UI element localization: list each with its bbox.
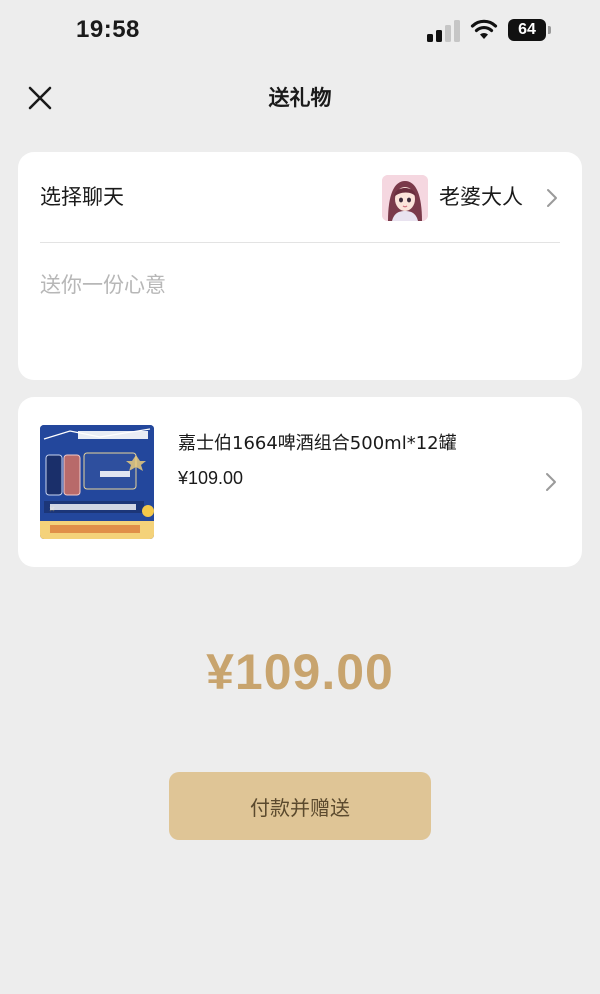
pay-and-gift-button[interactable]: 付款并赠送: [169, 772, 431, 840]
chevron-right-icon: [546, 473, 556, 491]
product-card[interactable]: 嘉士伯1664啤酒组合500ml*12罐 ¥109.00: [18, 397, 582, 567]
page-title: 送礼物: [268, 86, 332, 110]
wifi-icon: [470, 19, 498, 39]
product-price: ¥109.00: [178, 468, 244, 488]
status-time: 19:58: [76, 16, 140, 43]
signal-icon: [427, 20, 461, 42]
status-bar: 19:58 64: [0, 0, 600, 62]
divider: [40, 242, 560, 243]
battery-icon: 64: [508, 19, 551, 41]
recipient-name: 老婆大人: [439, 185, 523, 209]
total-amount: ¥109.00: [206, 644, 394, 700]
product-image: [40, 425, 154, 539]
product-name: 嘉士伯1664啤酒组合500ml*12罐: [178, 433, 457, 454]
chevron-right-icon: [547, 189, 557, 207]
battery-level: 64: [518, 21, 536, 38]
select-chat-row[interactable]: 选择聊天 老婆大人: [18, 152, 582, 242]
select-chat-label: 选择聊天: [40, 185, 124, 209]
chat-card: 选择聊天 老婆大人: [18, 152, 582, 380]
gift-message-input[interactable]: [40, 268, 560, 302]
avatar: [382, 175, 428, 221]
